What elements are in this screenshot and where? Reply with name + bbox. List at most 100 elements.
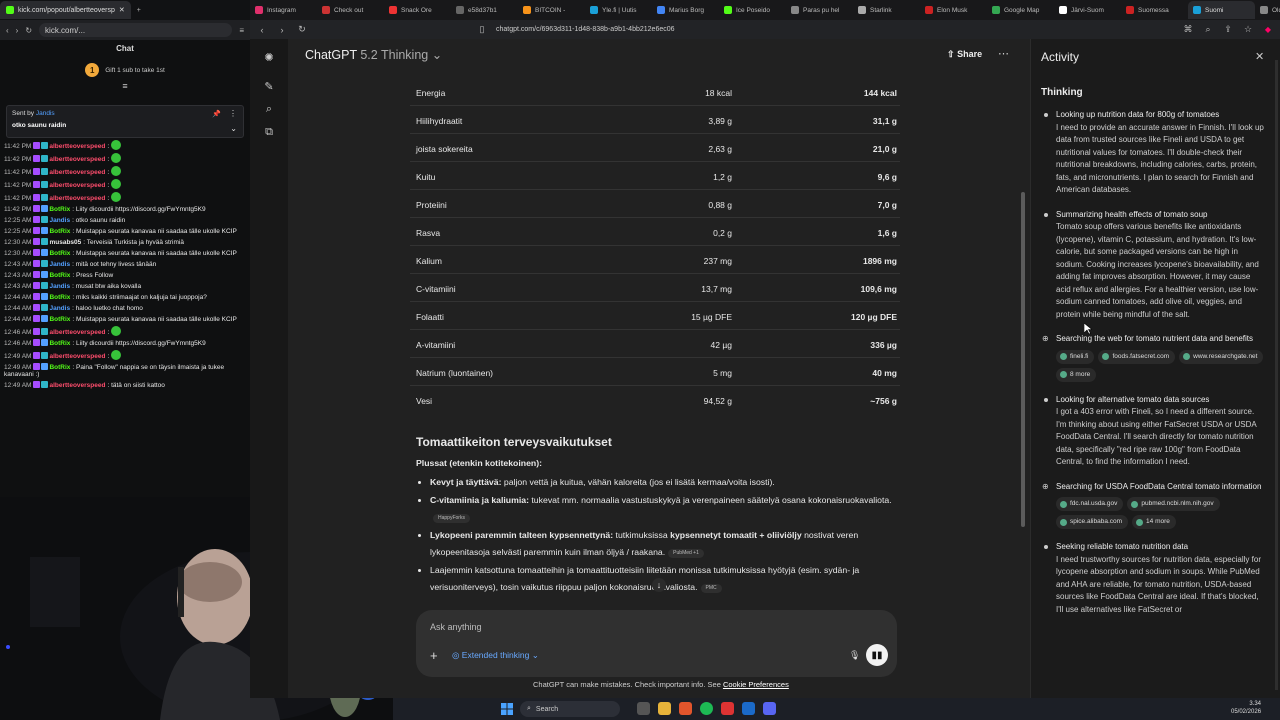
browser-tab[interactable]: Google Map — [987, 1, 1054, 19]
chat-username[interactable]: albertteoverspeed — [49, 156, 105, 163]
chat-username[interactable]: Jandis — [49, 305, 70, 312]
pinned-sender-name[interactable]: Jandis — [36, 110, 55, 117]
browser-tab[interactable]: Paras pu hel — [786, 1, 853, 19]
library-icon[interactable]: ⧉ — [265, 126, 273, 139]
kick-url-input[interactable]: kick.com/... — [39, 23, 233, 37]
chat-username[interactable]: BotRix — [49, 364, 70, 371]
source-chip[interactable]: foods.fatsecret.com — [1098, 349, 1176, 364]
forward-icon[interactable]: › — [16, 26, 19, 35]
bookmark-icon[interactable]: ▯ — [476, 24, 488, 35]
chat-username[interactable]: Jandis — [49, 261, 70, 268]
chat-username[interactable]: BotRix — [49, 228, 70, 235]
steam-icon[interactable] — [742, 702, 755, 715]
cookie-preferences-link[interactable]: Cookie Preferences — [723, 680, 789, 689]
chat-username[interactable]: musabs05 — [49, 239, 81, 246]
search-icon[interactable]: ⌕ — [266, 103, 272, 116]
browser-tab[interactable]: e58d37b1 — [451, 1, 518, 19]
system-clock[interactable]: 3.34 05/02/2026 — [1231, 700, 1261, 716]
gift-banner[interactable]: 1 Gift 1 sub to take 1st — [0, 63, 250, 77]
forward-icon[interactable]: › — [276, 25, 288, 35]
citation-pill[interactable]: PMC — [700, 584, 722, 593]
share-page-icon[interactable]: ⇪ — [1222, 24, 1234, 35]
source-chip[interactable]: pubmed.ncbi.nlm.nih.gov — [1127, 497, 1220, 511]
citation-pill[interactable]: HappyForks — [433, 514, 470, 523]
activity-scrollbar[interactable] — [1275, 60, 1278, 690]
chat-username[interactable]: albertteoverspeed — [49, 353, 105, 360]
spotify-icon[interactable] — [700, 702, 713, 715]
app-icon[interactable] — [721, 702, 734, 715]
chat-scrollbar[interactable] — [1020, 62, 1026, 692]
chat-username[interactable]: albertteoverspeed — [49, 382, 105, 389]
url-input[interactable]: chatgpt.com/c/6963d311-1d48-838b-a9b1-4b… — [496, 26, 675, 33]
source-chip[interactable]: 14 more — [1132, 515, 1176, 529]
discord-icon[interactable] — [763, 702, 776, 715]
zoom-icon[interactable]: ⌕ — [1202, 24, 1214, 35]
brave-browser-icon[interactable] — [679, 702, 692, 715]
brave-icon[interactable]: ◆ — [1262, 25, 1274, 34]
add-icon[interactable]: + — [430, 648, 438, 663]
close-icon[interactable]: ✕ — [1255, 50, 1264, 63]
source-chip[interactable]: 8 more — [1056, 367, 1097, 382]
source-chip[interactable]: fineli.fi — [1056, 349, 1095, 364]
pin-icon[interactable]: 📌 — [212, 110, 221, 118]
chat-username[interactable]: BotRix — [49, 250, 70, 257]
star-icon[interactable]: ☆ — [1242, 24, 1254, 35]
browser-tab[interactable]: Check out — [317, 1, 384, 19]
more-options-icon[interactable]: ⋯ — [998, 47, 1009, 60]
back-icon[interactable]: ‹ — [256, 25, 268, 35]
browser-tab[interactable]: Järvi-Suom — [1054, 1, 1121, 19]
extended-thinking-button[interactable]: ◎ Extended thinking ⌄ — [452, 650, 539, 661]
scrollbar-thumb[interactable] — [1021, 192, 1025, 527]
model-selector[interactable]: ChatGPT 5.2 Thinking ⌄ — [305, 47, 442, 62]
browser-tab[interactable]: BITCOIN - — [518, 1, 585, 19]
browser-tab[interactable]: Starlink — [853, 1, 920, 19]
more-icon[interactable]: ⋮ — [229, 109, 237, 118]
new-chat-icon[interactable]: ✎ — [264, 80, 273, 93]
back-icon[interactable]: ‹ — [6, 26, 9, 35]
reload-icon[interactable]: ↻ — [25, 26, 32, 35]
source-chip[interactable]: spice.alibaba.com — [1056, 515, 1129, 529]
windows-start-icon[interactable] — [501, 703, 513, 715]
browser-tab[interactable]: Suomi — [1188, 1, 1255, 19]
source-chip[interactable]: www.researchgate.net — [1179, 349, 1264, 364]
translate-icon[interactable]: ⌘ — [1182, 24, 1194, 35]
collapse-icon[interactable]: ≡ — [0, 81, 250, 91]
reload-icon[interactable]: ↻ — [296, 24, 308, 35]
browser-tab[interactable]: Elon Musk — [920, 1, 987, 19]
chat-username[interactable]: BotRix — [49, 206, 70, 213]
chat-username[interactable]: albertteoverspeed — [49, 329, 105, 336]
scroll-down-icon[interactable]: ↓ — [652, 578, 666, 592]
voice-mode-button[interactable]: ▮▮ — [866, 644, 888, 666]
chat-username[interactable]: albertteoverspeed — [49, 182, 105, 189]
chat-username[interactable]: albertteoverspeed — [49, 195, 105, 202]
chat-username[interactable]: albertteoverspeed — [49, 143, 105, 150]
microphone-icon[interactable]: 🎙︎ — [849, 650, 860, 661]
citation-pill[interactable]: PubMed +1 — [668, 549, 704, 558]
kick-tab[interactable]: kick.com/popout/albertteoversp ✕ — [0, 1, 131, 19]
chat-username[interactable]: BotRix — [49, 272, 70, 279]
file-explorer-icon[interactable] — [658, 702, 671, 715]
chevron-down-icon[interactable]: ⌄ — [230, 124, 237, 133]
openai-logo-icon[interactable]: ✺ — [264, 51, 273, 64]
browser-tab[interactable]: Old Ice Pow — [1255, 1, 1280, 19]
browser-tab[interactable]: Marius Borg — [652, 1, 719, 19]
browser-tab[interactable]: Ice Poseido — [719, 1, 786, 19]
chat-username[interactable]: BotRix — [49, 294, 70, 301]
source-chip[interactable]: fdc.nal.usda.gov — [1056, 497, 1124, 511]
chat-username[interactable]: Jandis — [49, 217, 70, 224]
taskbar-search[interactable]: ⌕ Search — [520, 701, 620, 717]
new-tab-icon[interactable]: + — [137, 7, 141, 14]
chat-username[interactable]: BotRix — [49, 316, 70, 323]
browser-tab[interactable]: Instagram — [250, 1, 317, 19]
close-icon[interactable]: ✕ — [119, 6, 125, 14]
task-view-icon[interactable] — [637, 702, 650, 715]
browser-tab[interactable]: Snack Ore — [384, 1, 451, 19]
browser-tab[interactable]: Yle.fi | Uutis — [585, 1, 652, 19]
browser-tab[interactable]: Suomessa — [1121, 1, 1188, 19]
share-button[interactable]: ⇧ Share — [947, 49, 982, 60]
prompt-input[interactable]: Ask anything — [430, 622, 482, 632]
chat-username[interactable]: albertteoverspeed — [49, 169, 105, 176]
menu-icon[interactable]: ≡ — [239, 26, 244, 35]
chat-username[interactable]: Jandis — [49, 283, 70, 290]
chat-username[interactable]: BotRix — [49, 340, 70, 347]
